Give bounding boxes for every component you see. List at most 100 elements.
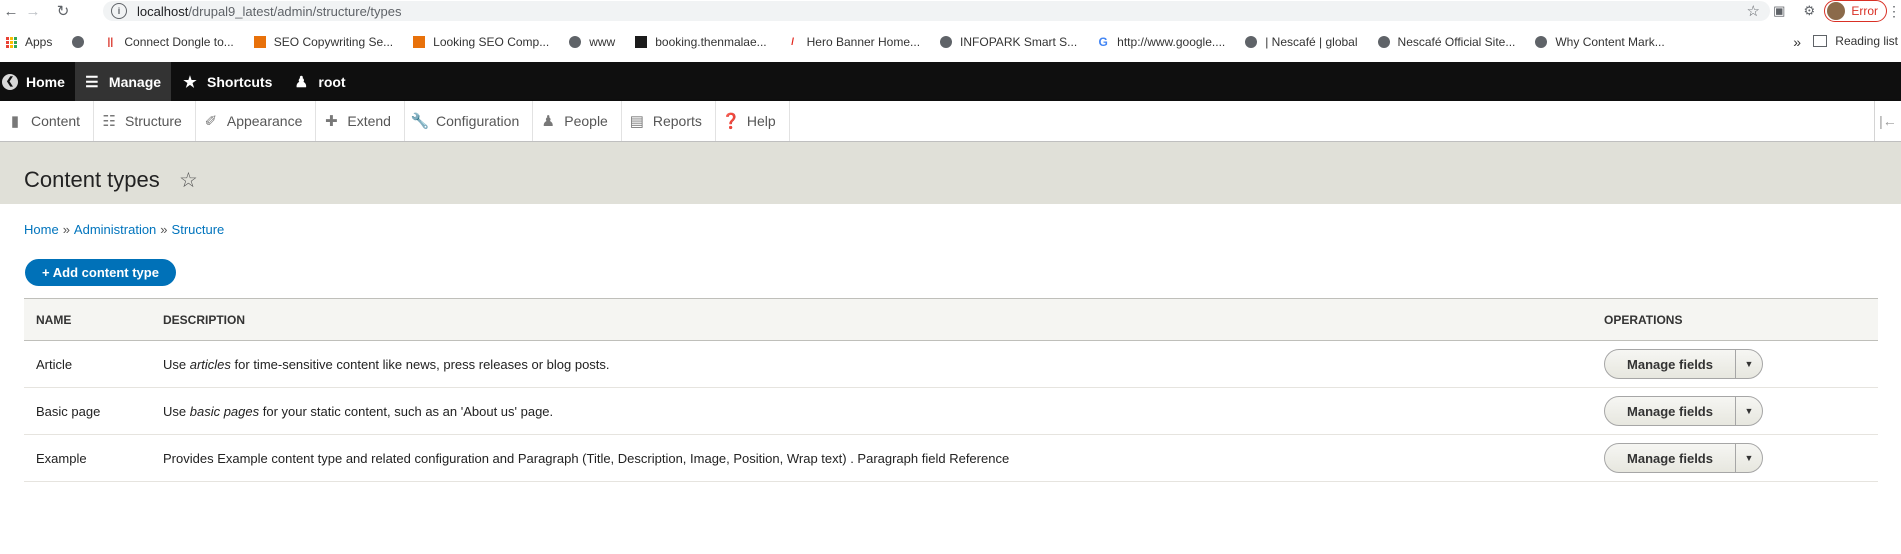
back-arrow-icon[interactable]: ← xyxy=(0,0,22,22)
content-types-table: NAME DESCRIPTION OPERATIONS Article Use … xyxy=(24,298,1878,482)
bookmarks-bar: Apps || Connect Dongle to... SEO Copywrit… xyxy=(0,30,1901,54)
dropdown-caret-icon[interactable]: ▼ xyxy=(1736,444,1762,472)
bookmark-label: Why Content Mark... xyxy=(1555,35,1665,49)
tray-item-configuration[interactable]: 🔧 Configuration xyxy=(405,101,534,141)
breadcrumb-separator: » xyxy=(62,222,70,237)
dropdown-caret-icon[interactable]: ▼ xyxy=(1736,397,1762,425)
manage-fields-button[interactable]: Manage fields xyxy=(1605,444,1736,472)
bookmark-item[interactable]: / Hero Banner Home... xyxy=(787,35,920,49)
browser-top-bar: ← → ↻ i localhost/drupal9_latest/admin/s… xyxy=(0,0,1901,22)
profile-button[interactable]: Error xyxy=(1824,0,1887,22)
browser-actions: ▣ ⚙ Error ⋮ xyxy=(1764,0,1901,22)
column-header-description: DESCRIPTION xyxy=(163,312,246,327)
red-bar-icon: || xyxy=(107,36,114,48)
operations-dropbutton: Manage fields ▼ xyxy=(1604,443,1763,473)
tray-item-extend[interactable]: ✚ Extend xyxy=(316,101,405,141)
toolbar-home-label: Home xyxy=(26,73,65,90)
forward-arrow-icon[interactable]: → xyxy=(22,0,44,22)
breadcrumb-administration[interactable]: Administration xyxy=(74,222,156,237)
tray-item-structure[interactable]: ☷ Structure xyxy=(94,101,196,141)
globe-icon xyxy=(569,36,582,48)
toolbar-home[interactable]: ❮ Home xyxy=(0,62,75,101)
structure-icon: ☷ xyxy=(102,113,116,130)
manage-fields-button[interactable]: Manage fields xyxy=(1605,350,1736,378)
dropdown-caret-icon[interactable]: ▼ xyxy=(1736,350,1762,378)
site-info-icon[interactable]: i xyxy=(111,3,127,19)
back-home-icon: ❮ xyxy=(2,73,18,90)
bookmarks-more-chevron-icon[interactable]: » xyxy=(1793,34,1801,50)
bookmark-label: http://www.google.... xyxy=(1117,35,1226,49)
bookmark-apps[interactable]: Apps xyxy=(6,35,52,49)
operations-cell: Manage fields ▼ xyxy=(1604,396,1878,426)
tray-item-people[interactable]: ♟ People xyxy=(533,101,622,141)
reports-icon: ▤ xyxy=(629,113,644,130)
bookmark-item[interactable] xyxy=(72,36,92,48)
breadcrumb: Home» Administration» Structure xyxy=(24,222,224,237)
menu-kebab-icon[interactable]: ⋮ xyxy=(1887,3,1901,20)
bookmark-item[interactable]: Ghttp://www.google.... xyxy=(1097,35,1226,49)
toolbar-user[interactable]: ♟ root xyxy=(282,62,355,101)
globe-icon xyxy=(940,36,953,48)
globe-icon xyxy=(1377,36,1390,48)
bookmark-item[interactable]: Nescafé Official Site... xyxy=(1377,35,1516,49)
admin-menu-tray: ▮ Content ☷ Structure ✐ Appearance ✚ Extend … xyxy=(0,101,1901,142)
add-content-type-button[interactable]: + Add content type xyxy=(25,259,176,286)
tray-item-label: Configuration xyxy=(435,113,520,129)
tray-item-appearance[interactable]: ✐ Appearance xyxy=(196,101,317,141)
content-type-name: Example xyxy=(36,450,87,466)
appearance-icon: ✐ xyxy=(204,113,218,130)
operations-dropbutton: Manage fields ▼ xyxy=(1604,349,1763,379)
toolbar-user-label: root xyxy=(318,73,346,90)
tray-item-help[interactable]: ❓ Help xyxy=(716,101,790,141)
tray-item-content[interactable]: ▮ Content xyxy=(0,101,95,141)
bookmark-item[interactable]: Why Content Mark... xyxy=(1535,35,1665,49)
extensions-puzzle-icon[interactable]: ⚙ xyxy=(1794,3,1824,19)
bookmark-label: Apps xyxy=(25,35,53,49)
tray-item-reports[interactable]: ▤ Reports xyxy=(622,101,716,141)
description-text: Use xyxy=(163,403,190,419)
extend-icon: ✚ xyxy=(325,113,338,130)
operations-dropbutton: Manage fields ▼ xyxy=(1604,396,1763,426)
table-row: Example Provides Example content type an… xyxy=(24,435,1878,482)
profile-status: Error xyxy=(1851,4,1878,18)
tray-item-label: People xyxy=(564,113,608,129)
bookmark-label: booking.thenmalae... xyxy=(655,35,767,49)
reading-list-button[interactable]: Reading list xyxy=(1813,34,1898,48)
add-shortcut-star-icon[interactable]: ☆ xyxy=(179,168,198,193)
address-bar[interactable]: i localhost/drupal9_latest/admin/structu… xyxy=(103,1,1770,21)
manage-fields-button[interactable]: Manage fields xyxy=(1605,397,1736,425)
reading-list-icon xyxy=(1813,35,1828,47)
reload-icon[interactable]: ↻ xyxy=(52,0,74,22)
hamburger-menu-icon: ☰ xyxy=(85,73,99,91)
bookmark-item[interactable]: booking.thenmalae... xyxy=(635,35,767,49)
table-row: Article Use articles for time-sensitive … xyxy=(24,341,1878,388)
bookmark-label: Nescafé Official Site... xyxy=(1397,35,1516,49)
orange-box-icon xyxy=(253,36,266,48)
bookmark-item[interactable]: www xyxy=(569,35,615,49)
star-icon: ★ xyxy=(183,73,197,91)
bookmark-item[interactable]: SEO Copywriting Se... xyxy=(253,35,393,49)
bookmark-item[interactable]: INFOPARK Smart S... xyxy=(940,35,1077,49)
tray-orientation-toggle-icon[interactable]: |← xyxy=(1874,101,1901,141)
globe-icon xyxy=(1535,36,1548,48)
toolbar-shortcuts[interactable]: ★ Shortcuts xyxy=(171,62,282,101)
bookmark-item[interactable]: Looking SEO Comp... xyxy=(413,35,549,49)
google-icon: G xyxy=(1098,35,1108,49)
breadcrumb-home[interactable]: Home xyxy=(24,222,59,237)
bookmark-item[interactable]: | Nescafé | global xyxy=(1245,35,1358,49)
tray-item-label: Extend xyxy=(347,113,391,129)
bookmark-star-icon[interactable]: ☆ xyxy=(1747,2,1760,20)
bookmark-label: www xyxy=(589,35,616,49)
bookmark-label: | Nescafé | global xyxy=(1265,35,1358,49)
toolbar-manage-label: Manage xyxy=(108,73,162,90)
column-header-operations: OPERATIONS xyxy=(1604,312,1683,327)
camera-icon[interactable]: ▣ xyxy=(1764,3,1794,19)
breadcrumb-structure[interactable]: Structure xyxy=(172,222,225,237)
toolbar-manage[interactable]: ☰ Manage xyxy=(74,62,172,101)
admin-toolbar: ❮ Home ☰ Manage ★ Shortcuts ♟ root xyxy=(0,62,1901,101)
content-icon: ▮ xyxy=(10,113,20,130)
page-title: Content types xyxy=(24,167,160,192)
url-path: /drupal9_latest/admin/structure/types xyxy=(188,3,402,19)
bookmark-item[interactable]: || Connect Dongle to... xyxy=(104,35,234,49)
description-emphasis: basic pages xyxy=(189,403,260,419)
